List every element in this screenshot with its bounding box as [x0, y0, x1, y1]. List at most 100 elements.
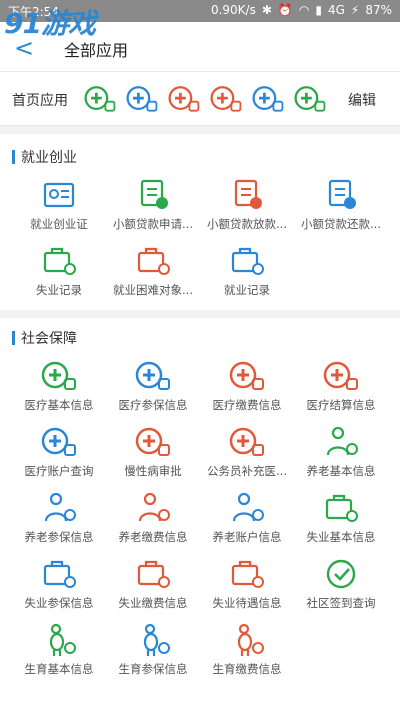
app-item[interactable]: 小额贷款放款...	[200, 172, 294, 238]
charging-icon: ⚡	[350, 3, 360, 17]
pension-pay-icon	[138, 492, 170, 522]
medical-basic-icon	[41, 361, 76, 390]
app-item[interactable]: 医疗基本信息	[12, 353, 106, 419]
app-item-label: 医疗参保信息	[118, 398, 188, 412]
section-divider	[0, 310, 400, 318]
app-item[interactable]: 养老参保信息	[12, 485, 106, 551]
app-item-label: 医疗账户查询	[24, 464, 94, 478]
app-item[interactable]: 就业创业证	[12, 172, 106, 238]
loan-repay-icon	[328, 179, 356, 209]
maternity-basic-icon	[49, 623, 76, 656]
app-item-label: 生育缴费信息	[212, 662, 282, 676]
app-item-label: 生育参保信息	[118, 662, 188, 676]
briefcase-clock-icon	[231, 247, 264, 275]
pension-insure-icon	[44, 492, 76, 522]
cross-card-icon[interactable]	[208, 82, 244, 120]
app-item-label: 医疗缴费信息	[212, 398, 282, 412]
chronic-approve-icon	[135, 427, 170, 456]
app-item[interactable]: 就业记录	[200, 238, 294, 304]
app-item[interactable]: 失业参保信息	[12, 551, 106, 617]
cross-coin-icon[interactable]	[166, 82, 202, 120]
app-item[interactable]: 医疗参保信息	[106, 353, 200, 419]
app-item-label: 就业困难对象...	[113, 283, 193, 297]
unemploy-benefit-icon	[231, 560, 264, 588]
app-item[interactable]: 生育缴费信息	[200, 617, 294, 683]
app-item-label: 社区签到查询	[306, 596, 376, 610]
civil-medical-icon	[229, 427, 264, 456]
loan-release-icon	[234, 179, 262, 209]
app-item-label: 失业参保信息	[24, 596, 94, 610]
medical-insure-icon	[135, 361, 170, 390]
home-apps-bar: 首页应用 编辑	[0, 72, 400, 126]
home-apps-label: 首页应用	[12, 93, 68, 109]
cross-list-icon[interactable]	[250, 82, 286, 120]
app-item-label: 小额贷款申请...	[113, 217, 193, 231]
app-item[interactable]: 公务员补充医...	[200, 419, 294, 485]
card-id-icon	[43, 182, 75, 208]
app-item-label: 小额贷款放款...	[207, 217, 287, 231]
medical-account-icon	[41, 427, 76, 456]
pension-basic-icon	[326, 426, 358, 456]
bluetooth-icon: ✱	[261, 3, 272, 17]
cross-person-icon[interactable]	[82, 82, 118, 120]
app-item[interactable]: 社区签到查询	[294, 551, 388, 617]
section-divider	[0, 126, 400, 134]
app-item[interactable]: 小额贷款申请...	[106, 172, 200, 238]
section-bar	[12, 331, 15, 345]
app-item[interactable]: 生育基本信息	[12, 617, 106, 683]
app-item[interactable]: 养老基本信息	[294, 419, 388, 485]
signal-icon: ▮	[315, 3, 322, 17]
app-item[interactable]: 医疗账户查询	[12, 419, 106, 485]
app-item[interactable]: 小额贷款还款...	[294, 172, 388, 238]
app-item[interactable]: 失业缴费信息	[106, 551, 200, 617]
app-item-label: 养老缴费信息	[118, 530, 188, 544]
section-employment: 就业创业 就业创业证 小额贷款申请... 小额贷款放款... 小额贷款还款... 失业记…	[0, 142, 400, 304]
sign-in-icon	[326, 559, 356, 589]
medical-pay-icon	[229, 361, 264, 390]
app-item-label: 医疗结算信息	[306, 398, 376, 412]
difficulty-icon	[137, 247, 170, 275]
app-grid: 就业创业证 小额贷款申请... 小额贷款放款... 小额贷款还款... 失业记录 就业困难…	[12, 172, 400, 304]
loan-apply-icon	[140, 179, 168, 209]
home-apps-icons	[82, 82, 328, 120]
app-item-label: 养老参保信息	[24, 530, 94, 544]
edit-button[interactable]: 编辑	[348, 90, 376, 110]
maternity-pay-icon	[237, 623, 264, 656]
app-item-label: 就业记录	[224, 283, 270, 297]
section-bar	[12, 150, 15, 164]
section-social-security: 社会保障 医疗基本信息 医疗参保信息 医疗缴费信息 医疗结算信息 医疗账户查询 慢性病审批…	[0, 323, 400, 683]
app-item[interactable]: 医疗缴费信息	[200, 353, 294, 419]
person-list-icon[interactable]	[292, 82, 328, 120]
unemploy-insure-icon	[43, 560, 76, 588]
app-item[interactable]: 养老缴费信息	[106, 485, 200, 551]
app-item-label: 生育基本信息	[24, 662, 94, 676]
app-item[interactable]: 失业记录	[12, 238, 106, 304]
app-item-label: 公务员补充医...	[207, 464, 287, 478]
pension-account-icon	[232, 492, 264, 522]
app-item[interactable]: 医疗结算信息	[294, 353, 388, 419]
network-speed: 0.90K/s	[210, 3, 256, 17]
cross-shield-icon[interactable]	[124, 82, 160, 120]
title-bar: < 全部应用	[0, 22, 400, 72]
app-item[interactable]: 就业困难对象...	[106, 238, 200, 304]
unemploy-clock-icon	[43, 247, 76, 275]
app-grid: 医疗基本信息 医疗参保信息 医疗缴费信息 医疗结算信息医疗账户查询 慢性病审批 公务员补充…	[12, 353, 400, 683]
app-item[interactable]: 养老账户信息	[200, 485, 294, 551]
unemploy-pay-icon	[137, 560, 170, 588]
app-item[interactable]: 生育参保信息	[106, 617, 200, 683]
app-item[interactable]: 失业基本信息	[294, 485, 388, 551]
app-item[interactable]: 慢性病审批	[106, 419, 200, 485]
app-item-label: 小额贷款还款...	[301, 217, 381, 231]
app-item-label: 失业缴费信息	[118, 596, 188, 610]
maternity-insure-icon	[143, 623, 170, 656]
network-type: 4G	[327, 3, 345, 17]
app-item-label: 养老账户信息	[212, 530, 282, 544]
section-title: 就业创业	[21, 150, 77, 166]
medical-settle-icon	[323, 361, 358, 390]
app-item-label: 医疗基本信息	[24, 398, 94, 412]
app-item-label: 就业创业证	[30, 217, 88, 231]
app-item[interactable]: 失业待遇信息	[200, 551, 294, 617]
back-arrow-icon[interactable]: <	[14, 34, 34, 62]
app-item-label: 养老基本信息	[306, 464, 376, 478]
wifi-icon: ◠	[298, 3, 310, 17]
